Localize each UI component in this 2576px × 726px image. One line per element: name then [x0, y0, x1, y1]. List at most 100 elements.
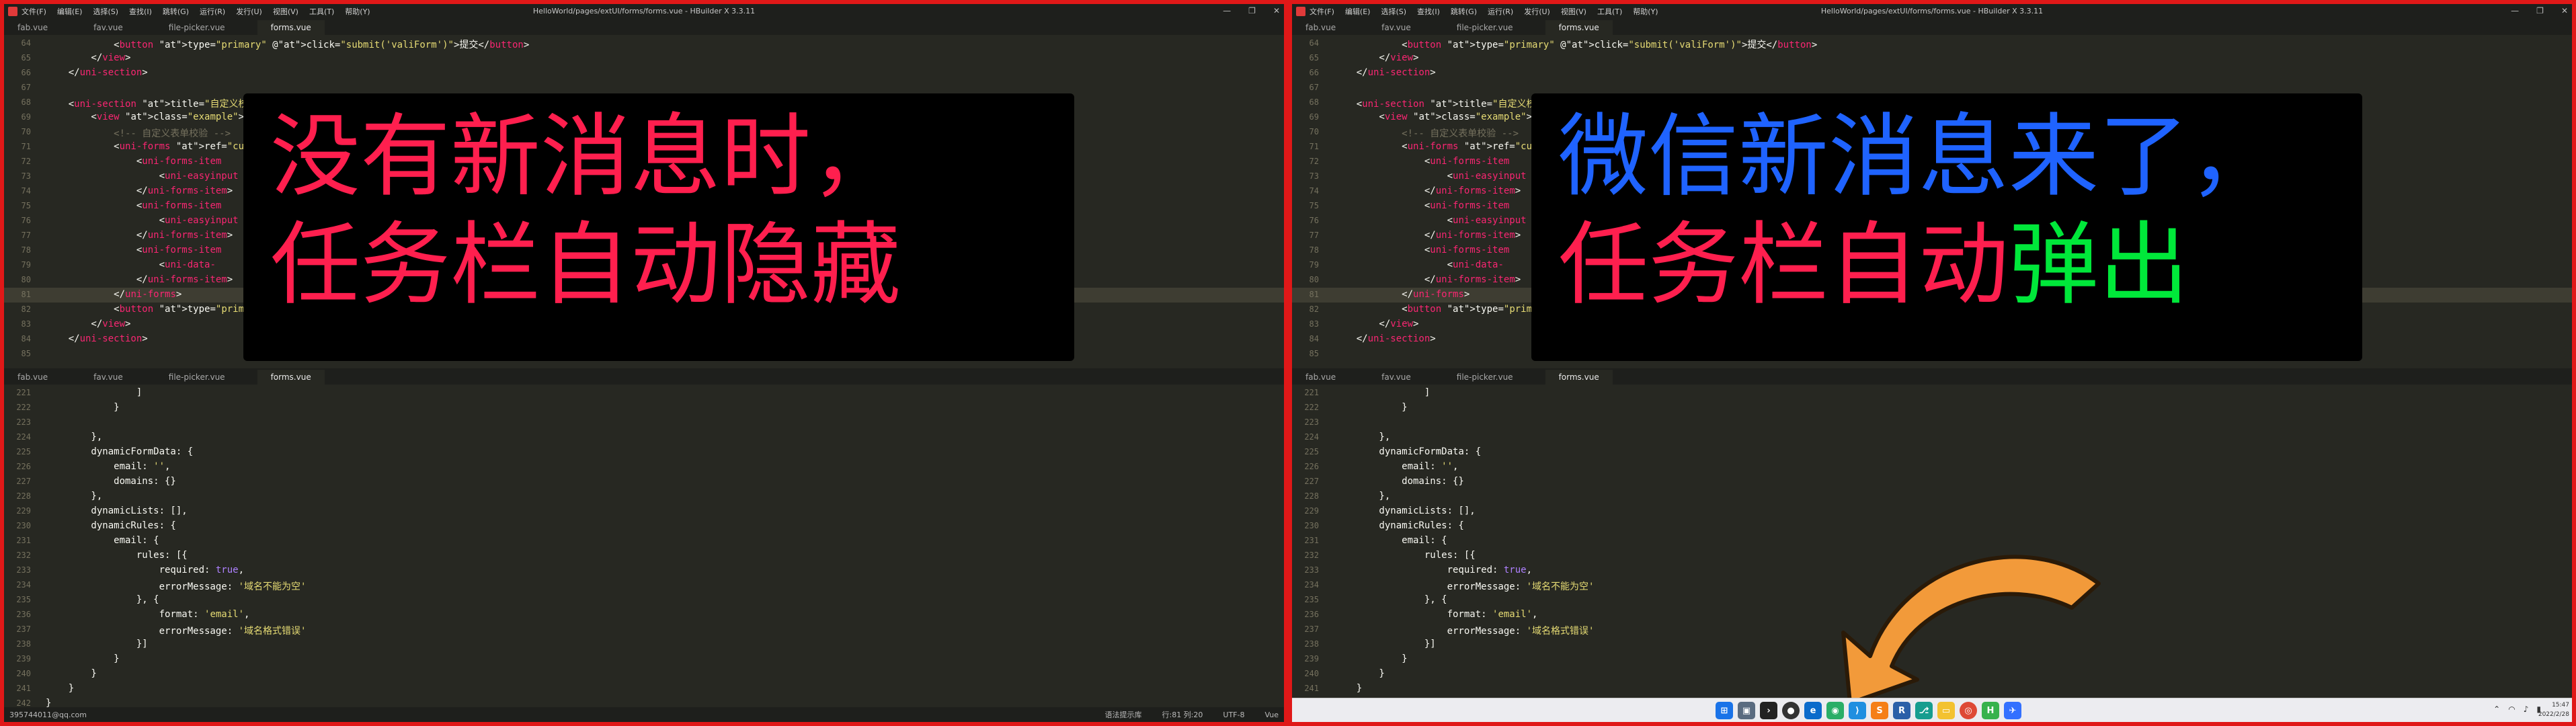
menu-goto[interactable]: 跳转(G): [163, 6, 189, 17]
menu-file[interactable]: 文件(F): [22, 6, 46, 17]
close-button[interactable]: ✕: [1273, 6, 1280, 15]
tab-fav[interactable]: fav.vue: [80, 370, 136, 385]
menu-publish[interactable]: 发行(U): [236, 6, 262, 17]
code-line[interactable]: <uni-easyinput: [46, 171, 239, 182]
code-line[interactable]: },: [46, 491, 102, 501]
code-line[interactable]: <uni-easyinput: [46, 215, 239, 226]
hbuilder-logo-icon: [8, 7, 17, 16]
line-number: 240: [16, 669, 31, 678]
folder-icon[interactable]: ▭: [1937, 702, 1955, 719]
code-line[interactable]: }: [46, 668, 96, 679]
encoding-label[interactable]: UTF-8: [1223, 711, 1244, 719]
code-line[interactable]: }: [46, 653, 119, 664]
code-line[interactable]: },: [46, 432, 102, 442]
curved-arrow-icon: [1841, 555, 2101, 705]
wechat-icon[interactable]: ◉: [1826, 702, 1844, 719]
cursor-position[interactable]: 行:81 列:20: [1162, 709, 1203, 720]
language-label[interactable]: Vue: [1264, 711, 1279, 719]
line-number: 73: [21, 171, 31, 181]
syntax-hint[interactable]: 语法提示库: [1104, 709, 1141, 720]
code-line[interactable]: email: {: [46, 535, 159, 546]
taskbar-clock[interactable]: 15:47 2022/2/28: [2538, 700, 2569, 719]
speaker-icon[interactable]: ♪: [2524, 704, 2529, 714]
gitkraken-icon[interactable]: ⎇: [1915, 702, 1933, 719]
code-line[interactable]: }: [46, 683, 74, 694]
code-line[interactable]: domains: {}: [46, 476, 176, 487]
code-line[interactable]: <view "at">class="example">: [46, 112, 244, 122]
tab-forms[interactable]: forms.vue: [257, 20, 325, 35]
code-line[interactable]: }, {: [46, 594, 159, 605]
tab-fab[interactable]: fab.vue: [4, 370, 61, 385]
code-line[interactable]: </uni-forms-item>: [46, 274, 233, 285]
line-number: 224: [16, 432, 31, 442]
line-number: 72: [21, 157, 31, 166]
code-line[interactable]: </uni-section>: [46, 333, 148, 344]
vscode-icon[interactable]: ⟩: [1849, 702, 1866, 719]
code-line[interactable]: }: [46, 698, 51, 707]
browser-edge-icon[interactable]: e: [1804, 702, 1822, 719]
code-line[interactable]: format: 'email',: [46, 609, 250, 620]
code-line[interactable]: </uni-forms-item>: [46, 230, 233, 241]
code-line[interactable]: </uni-forms-item>: [46, 186, 233, 196]
windows-start-icon[interactable]: ⊞: [1716, 702, 1733, 719]
code-line[interactable]: required: true,: [46, 565, 244, 575]
account-label[interactable]: 395744011@qq.com: [9, 711, 87, 719]
line-number: 85: [21, 349, 31, 358]
code-line[interactable]: <uni-forms-item: [46, 200, 221, 211]
code-line[interactable]: errorMessage: '域名不能为空': [46, 579, 307, 593]
line-number: 82: [21, 305, 31, 314]
code-line[interactable]: <uni-forms-item: [46, 156, 221, 167]
code-line[interactable]: </uni-section>: [46, 67, 148, 78]
tab-fab[interactable]: fab.vue: [4, 20, 61, 35]
code-line[interactable]: errorMessage: '域名格式错误': [46, 624, 307, 637]
code-line[interactable]: rules: [{: [46, 550, 188, 561]
menu-select[interactable]: 选择(S): [93, 6, 118, 17]
line-number: 67: [21, 83, 31, 92]
tab-fav[interactable]: fav.vue: [80, 20, 136, 35]
minimize-button[interactable]: —: [1223, 6, 1231, 15]
tab-file-picker[interactable]: file-picker.vue: [155, 20, 239, 35]
menu-run[interactable]: 运行(R): [200, 6, 225, 17]
chrome-icon[interactable]: ◎: [1960, 702, 1977, 719]
tab-file-picker[interactable]: file-picker.vue: [155, 370, 239, 385]
line-number: 225: [16, 447, 31, 456]
menu-help[interactable]: 帮助(Y): [345, 6, 370, 17]
code-editor-bottom[interactable]: 221 ] 222 } 223 224 }, 225 dynamicFormData: …: [4, 385, 1284, 707]
sublime-icon[interactable]: S: [1871, 702, 1888, 719]
code-line[interactable]: <uni-data-: [46, 259, 216, 270]
code-line[interactable]: email: '',: [46, 461, 170, 472]
code-line[interactable]: ]: [46, 387, 142, 398]
line-number: 230: [16, 521, 31, 530]
code-line[interactable]: </view>: [46, 52, 130, 63]
code-line[interactable]: <!-- 自定义表单校验 -->: [46, 126, 231, 140]
clock-time: 15:47: [2552, 702, 2569, 709]
code-line[interactable]: }: [46, 402, 119, 413]
line-number: 70: [21, 127, 31, 136]
menu-tools[interactable]: 工具(T): [309, 6, 334, 17]
editor-tabbar-top: fab.vue fav.vue file-picker.vue forms.vu…: [4, 19, 1284, 35]
task-view-icon[interactable]: ▣: [1738, 702, 1755, 719]
maximize-button[interactable]: ❐: [1248, 6, 1256, 15]
code-line[interactable]: dynamicFormData: {: [46, 446, 193, 457]
terminal-icon[interactable]: ›: [1760, 702, 1777, 719]
code-line[interactable]: dynamicRules: {: [46, 520, 175, 531]
code-line[interactable]: <button "at">type="primary" @"at">click=…: [46, 38, 529, 51]
menu-find[interactable]: 查找(I): [129, 6, 152, 17]
wifi-icon[interactable]: ◠: [2508, 704, 2515, 714]
menu-edit[interactable]: 编辑(E): [57, 6, 83, 17]
code-line[interactable]: dynamicLists: [],: [46, 506, 187, 516]
feishu-icon[interactable]: ✈: [2004, 702, 2021, 719]
obs-icon[interactable]: ●: [1782, 702, 1800, 719]
r-studio-icon[interactable]: R: [1893, 702, 1910, 719]
code-line[interactable]: }]: [46, 639, 148, 649]
code-line[interactable]: <button "at">type="primary">: [46, 304, 272, 315]
hbuilderx-icon[interactable]: H: [1982, 702, 1999, 719]
windows-taskbar: ⊞ ▣ › ● e ◉ ⟩ S R ⎇ ▭ ◎ H ✈ ⌃ ◠ ♪ ▮ 15:4…: [1292, 698, 2572, 722]
code-line[interactable]: </view>: [46, 319, 130, 329]
code-line[interactable]: <uni-forms-item: [46, 245, 221, 255]
tab-forms[interactable]: forms.vue: [257, 370, 325, 385]
menu-view[interactable]: 视图(V): [273, 6, 298, 17]
line-number: 227: [16, 477, 31, 486]
chevron-up-icon[interactable]: ⌃: [2493, 704, 2500, 714]
code-line[interactable]: </uni-forms>: [46, 289, 182, 300]
